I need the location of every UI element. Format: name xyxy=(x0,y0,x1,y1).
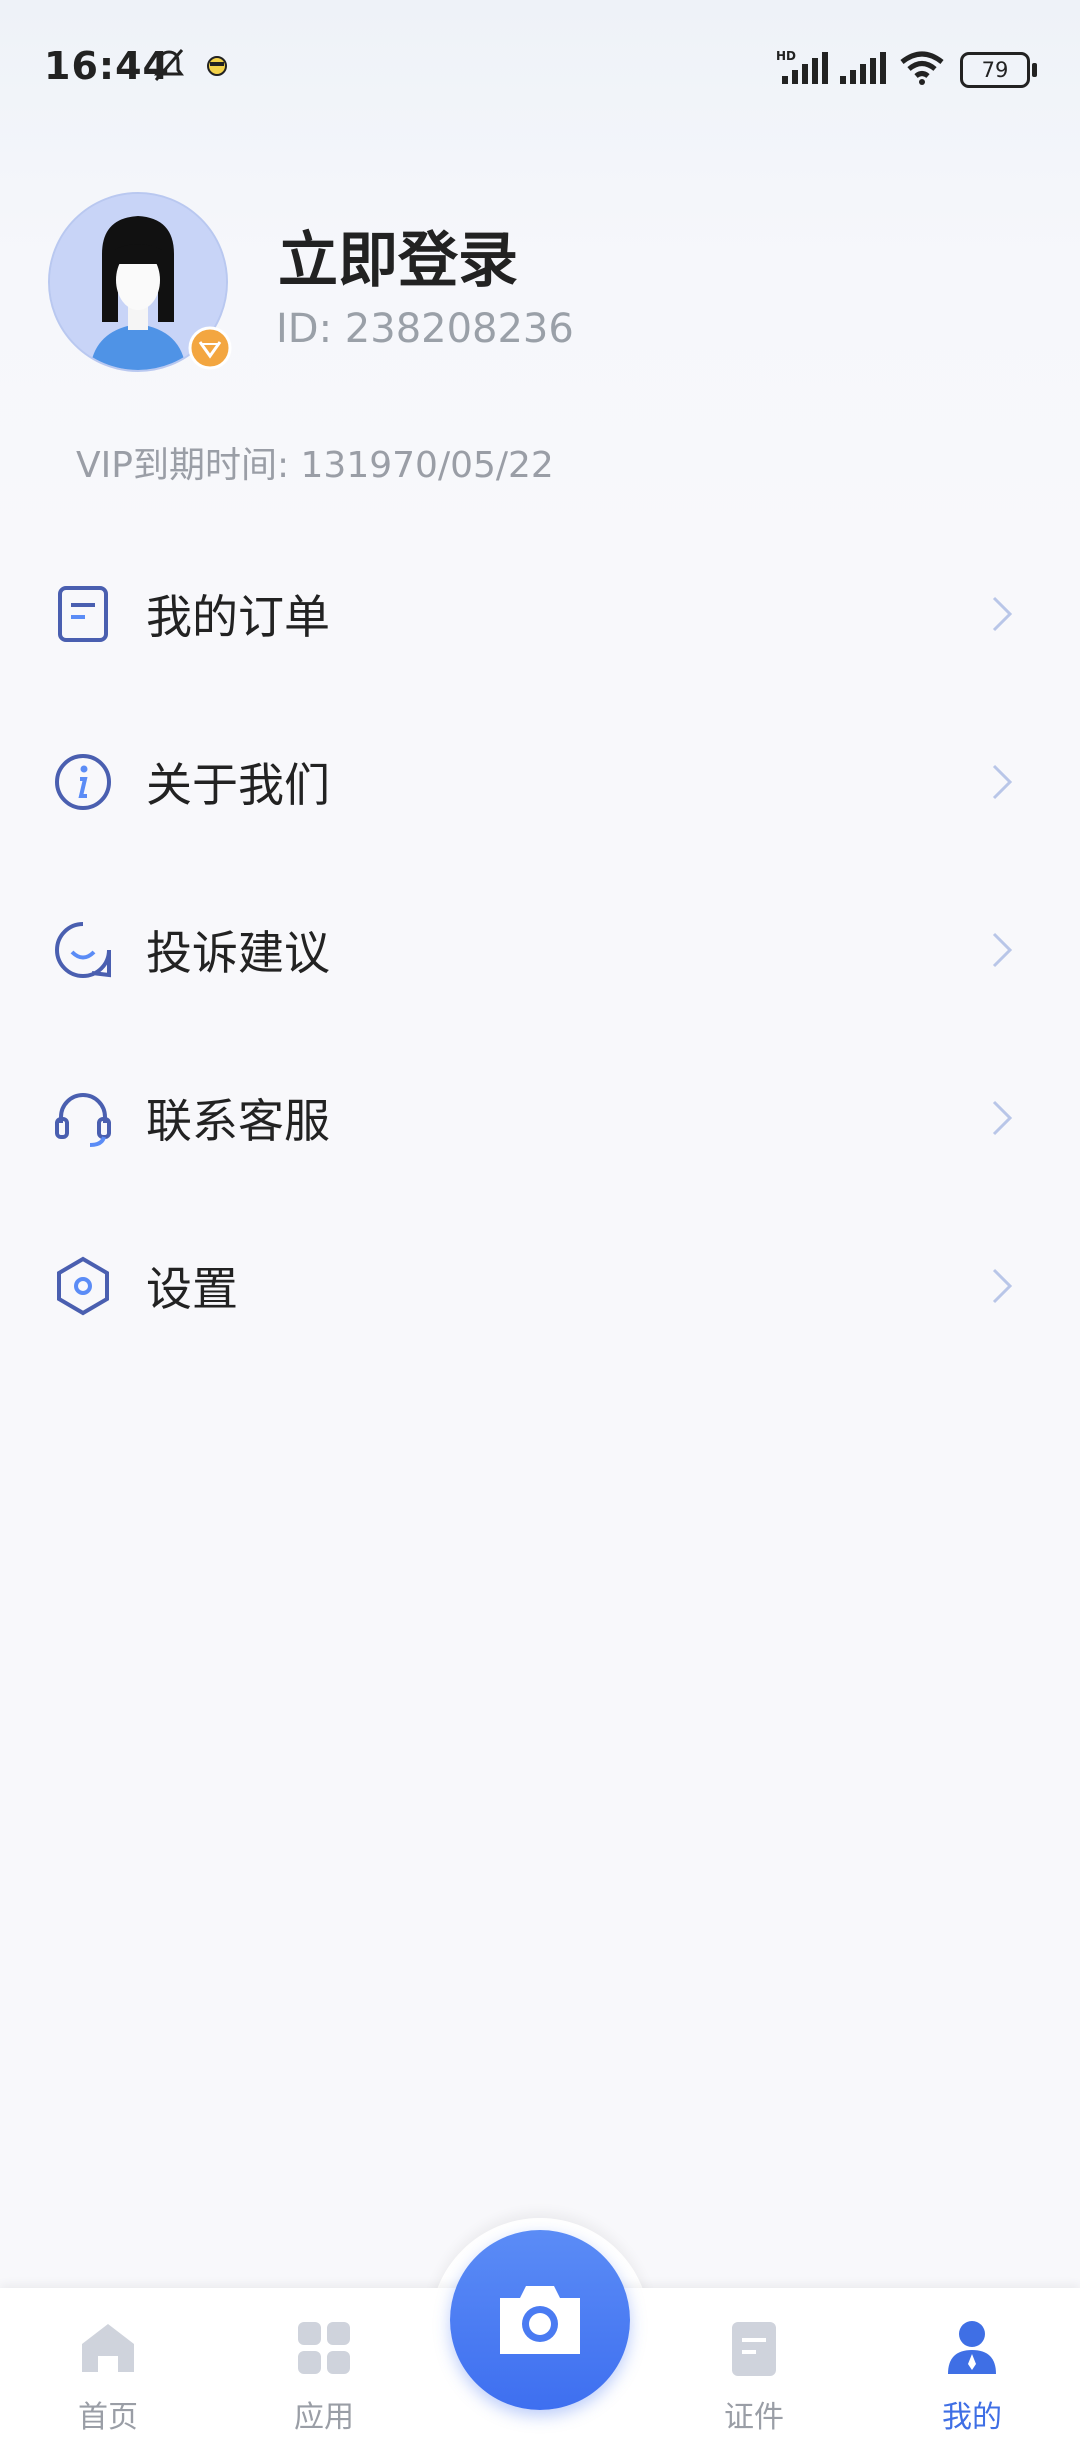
settings-menu: 我的订单 关于我们 投诉建议 联系客服 设置 xyxy=(0,530,1080,1370)
menu-item-label: 联系客服 xyxy=(146,1094,330,1148)
signal-icon xyxy=(840,52,886,84)
menu-item-about[interactable]: 关于我们 xyxy=(0,698,1080,866)
battery-indicator: 79 xyxy=(960,52,1037,88)
nav-label: 首页 xyxy=(78,2400,138,2435)
order-icon xyxy=(58,586,108,642)
wifi-icon xyxy=(900,51,944,85)
nav-label: 应用 xyxy=(294,2400,354,2435)
nav-item-documents[interactable]: 证件 xyxy=(694,2318,814,2436)
camera-button[interactable] xyxy=(450,2230,630,2410)
mute-bell-icon xyxy=(154,49,184,81)
chevron-right-icon xyxy=(992,1268,1013,1304)
nav-label: 我的 xyxy=(942,2400,1002,2435)
nav-label: 证件 xyxy=(724,2400,784,2435)
login-link[interactable]: 立即登录 xyxy=(278,212,518,299)
menu-item-label: 我的订单 xyxy=(146,590,330,644)
profile-icon xyxy=(948,2321,996,2374)
user-id: ID: 238208236 xyxy=(276,306,574,352)
nav-item-profile[interactable]: 我的 xyxy=(912,2318,1032,2436)
chat-icon xyxy=(55,922,111,978)
svg-text:HD: HD xyxy=(776,49,796,63)
menu-item-feedback[interactable]: 投诉建议 xyxy=(0,866,1080,1034)
camera-icon xyxy=(500,2286,580,2354)
signal-hd-icon: HD xyxy=(776,49,828,84)
chevron-right-icon xyxy=(992,1100,1013,1136)
apps-icon xyxy=(298,2322,350,2374)
menu-item-orders[interactable]: 我的订单 xyxy=(0,530,1080,698)
headset-icon xyxy=(55,1093,111,1147)
avatar[interactable] xyxy=(48,192,232,372)
chevron-right-icon xyxy=(992,764,1013,800)
settings-icon xyxy=(57,1256,109,1316)
nav-item-home[interactable]: 首页 xyxy=(48,2318,168,2436)
menu-item-label: 关于我们 xyxy=(146,758,330,812)
vip-badge-icon xyxy=(188,326,232,370)
menu-item-settings[interactable]: 设置 xyxy=(0,1202,1080,1370)
document-icon xyxy=(732,2322,776,2376)
nav-item-apps[interactable]: 应用 xyxy=(264,2318,384,2436)
home-icon xyxy=(82,2324,134,2372)
menu-item-label: 投诉建议 xyxy=(146,926,330,980)
chevron-right-icon xyxy=(992,596,1013,632)
status-bar: 16:44 HD 79 xyxy=(0,0,1080,130)
menu-item-label: 设置 xyxy=(146,1262,238,1316)
vip-expire-date: VIP到期时间: 131970/05/22 xyxy=(76,445,554,486)
app-notification-icon xyxy=(207,56,227,76)
info-icon xyxy=(55,754,111,810)
menu-item-customer-service[interactable]: 联系客服 xyxy=(0,1034,1080,1202)
chevron-right-icon xyxy=(992,932,1013,968)
